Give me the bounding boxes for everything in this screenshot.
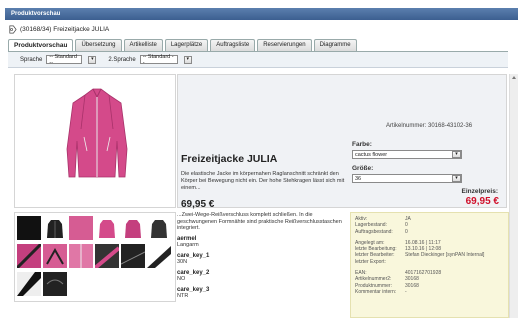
second-language-label: 2.Sprache (108, 56, 136, 63)
article-number: Artikelnummer: 30168-43102-36 (386, 123, 473, 129)
product-icon (9, 25, 17, 34)
product-detail-panel: Artikelnummer: 30168-43102-36 Freizeitja… (177, 74, 507, 210)
attribute-value: Langarm (177, 242, 199, 248)
info-value: 0 (405, 228, 408, 235)
attribute-value: 30N (177, 259, 188, 265)
info-key: Kommentar intern: (355, 288, 397, 295)
breadcrumb: (30168/34) Freizeitjacke JULIA (8, 25, 109, 34)
vertical-scrollbar[interactable] (509, 74, 518, 318)
second-language-select-value: -- Standard -- (142, 53, 174, 66)
thumbnail-dark-jacket[interactable] (147, 216, 171, 240)
tab-lagerplaetze[interactable]: Lagerplätze (164, 39, 209, 51)
product-description: Die elastische Jacke im körpernahen Ragl… (181, 171, 345, 191)
single-price-label: Einzelpreis: (461, 188, 498, 195)
info-row: Kommentar intern: - (355, 289, 504, 295)
product-image-panel (14, 74, 176, 208)
thumbnail-gallery (14, 212, 176, 302)
product-name: Freizeitjacke JULIA (181, 153, 278, 165)
chevron-down-icon[interactable]: ▾ (452, 175, 461, 182)
language-label: Sprache (20, 56, 43, 63)
info-value: 30168 (405, 282, 419, 289)
product-info-box: Aktiv: JA Lagerbestand: 0 Auftragsbestand:… (350, 212, 509, 318)
thumbnail-detail-zip[interactable] (95, 244, 119, 268)
chevron-down-icon[interactable]: ▾ (88, 55, 97, 64)
second-language-select[interactable]: -- Standard -- (139, 53, 178, 66)
window-title-bar: Produktvorschau (5, 8, 518, 20)
tab-reservierungen[interactable]: Reservierungen (257, 39, 312, 51)
info-key: letzter Export: (355, 258, 386, 265)
thumbnail-detail-hem[interactable] (17, 272, 41, 296)
product-attributes: ...Zwei-Wege-Reißverschluss komplett sch… (177, 212, 347, 318)
size-select[interactable]: 36 ▾ (352, 174, 462, 183)
product-image[interactable] (15, 75, 177, 209)
tab-uebersetzung[interactable]: Übersetzung (75, 39, 122, 51)
tab-artikelliste[interactable]: Artikelliste (123, 39, 163, 51)
language-select-value: -- Standard -- (49, 53, 77, 66)
size-label: Größe: (352, 165, 374, 172)
thumbnail-black[interactable] (17, 216, 41, 240)
tab-diagramme[interactable]: Diagramme (313, 39, 357, 51)
chevron-down-icon[interactable]: ▾ (452, 151, 461, 158)
info-value: - (405, 288, 407, 295)
thumbnail-pink-jacket-back[interactable] (121, 216, 145, 240)
description-continued: ...Zwei-Wege-Reißverschluss komplett sch… (177, 212, 342, 231)
color-select[interactable]: cactus flower ▾ (352, 150, 462, 159)
scroll-up-icon[interactable] (512, 76, 516, 79)
window-title: Produktvorschau (11, 11, 61, 17)
thumbnail-black-jacket[interactable] (43, 216, 67, 240)
size-select-value: 36 (355, 176, 362, 182)
thumbnail-detail-collar[interactable] (43, 244, 67, 268)
thumbnail-detail-black[interactable] (121, 244, 145, 268)
thumbnail-detail-sleeve[interactable] (147, 244, 171, 268)
thumbnail-detail-fabric[interactable] (43, 272, 67, 296)
chevron-down-icon[interactable]: ▾ (183, 55, 192, 64)
thumbnail-detail-pocket[interactable] (69, 244, 93, 268)
language-select[interactable]: -- Standard -- (46, 53, 83, 66)
color-select-value: cactus flower (355, 152, 388, 158)
single-price-value: 69,95 € (465, 196, 499, 207)
color-label: Farbe: (352, 141, 372, 148)
tab-auftragsliste[interactable]: Auftragsliste (210, 39, 256, 51)
thumbnail-pink-swatch[interactable] (69, 216, 93, 240)
thumbnail-pink-jacket[interactable] (95, 216, 119, 240)
language-toolbar: Sprache -- Standard -- ▾ 2.Sprache -- St… (8, 52, 508, 68)
thumbnail-detail-pink[interactable] (17, 244, 41, 268)
product-price: 69,95 € (181, 199, 215, 210)
breadcrumb-text: (30168/34) Freizeitjacke JULIA (20, 26, 110, 33)
attribute-value: NO (177, 276, 186, 282)
info-key: Auftragsbestand: (355, 228, 393, 235)
attribute-value: NTR (177, 293, 189, 299)
info-value: Stefan Dieckinger [synPAN Internal] (405, 252, 485, 259)
